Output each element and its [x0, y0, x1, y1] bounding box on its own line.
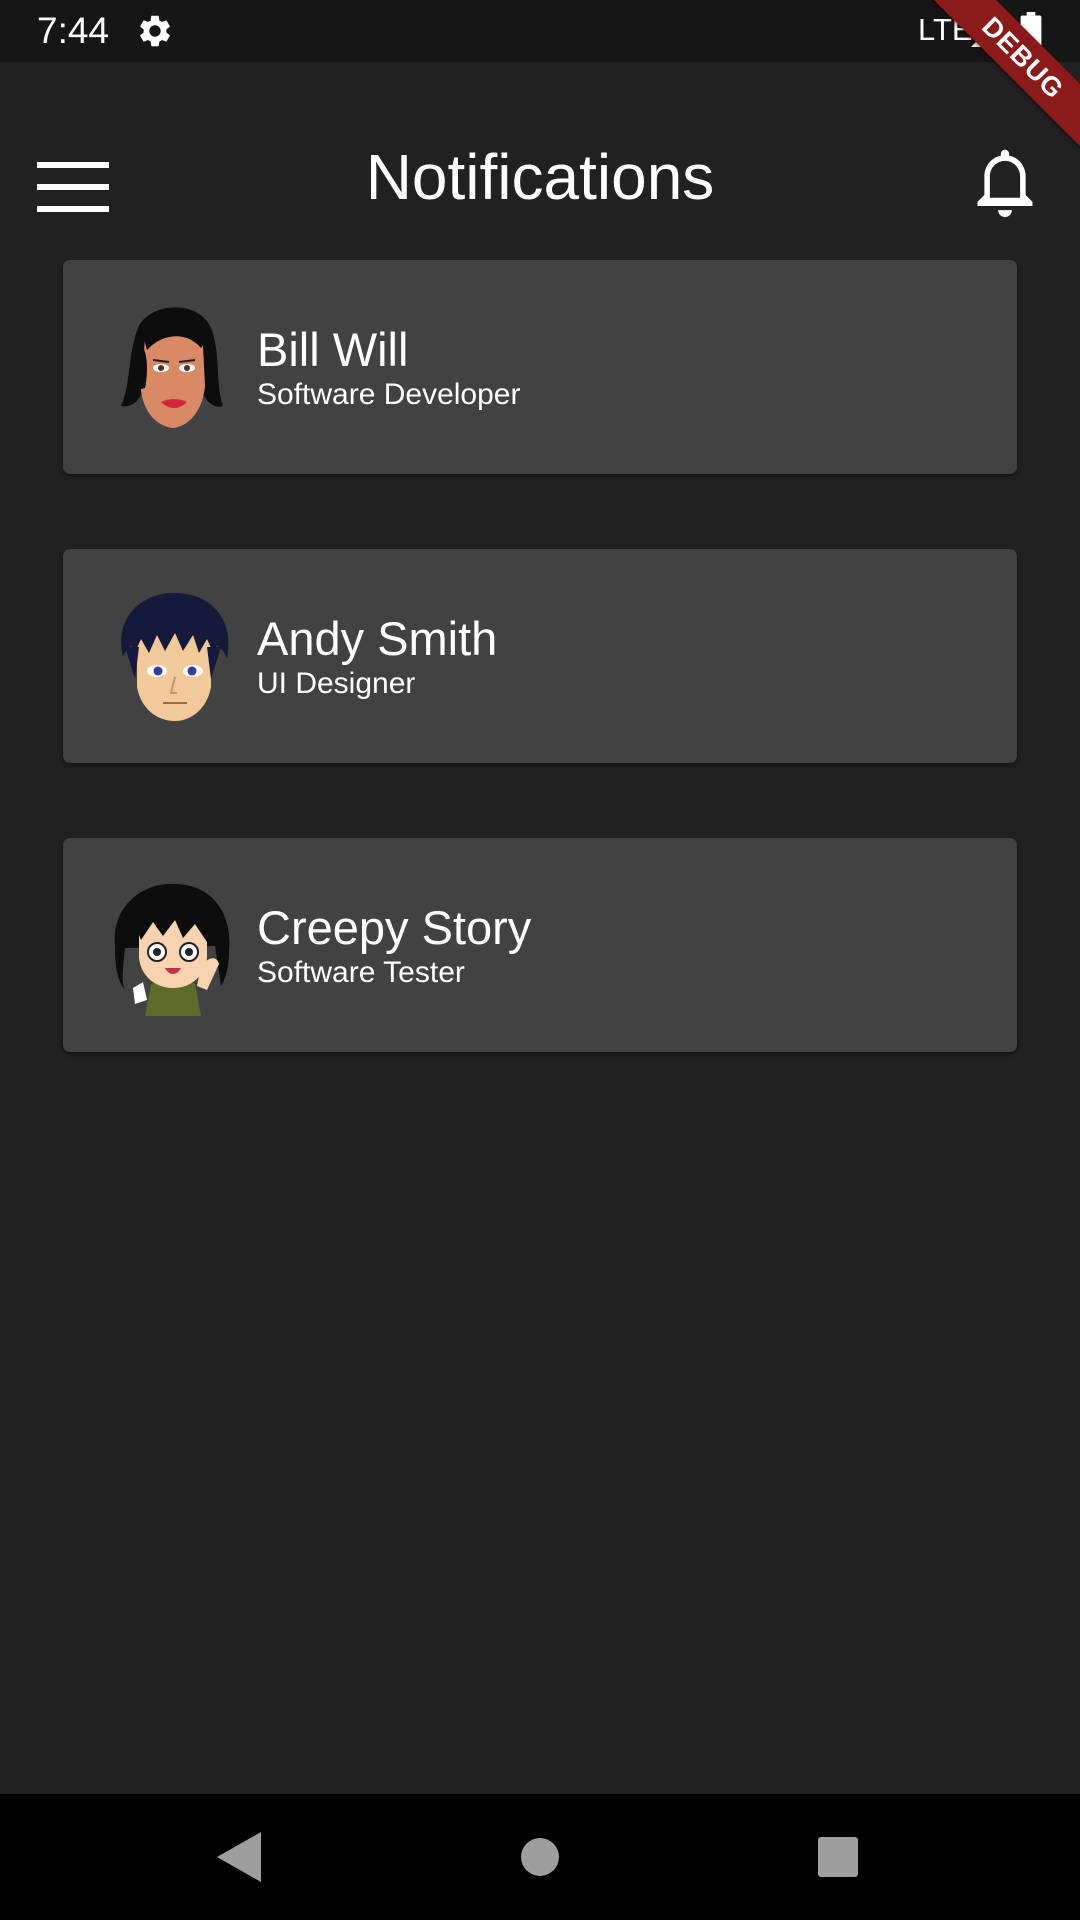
notification-name: Creepy Story: [257, 901, 532, 954]
notification-role: Software Tester: [257, 956, 465, 989]
signal-icon: [971, 17, 1001, 47]
back-icon: [217, 1832, 261, 1882]
system-nav-bar: [0, 1794, 1080, 1920]
recents-button[interactable]: [803, 1822, 873, 1892]
battery-icon: [1020, 12, 1042, 50]
notification-name: Bill Will: [257, 323, 409, 376]
notification-role: UI Designer: [257, 667, 416, 700]
page-title: Notifications: [365, 141, 715, 213]
notifications-screen: 7:44 LTE DEBUG Notifications Bill Will S…: [0, 0, 1080, 1920]
app-bar: Notifications: [0, 62, 1080, 292]
recents-icon: [818, 1837, 858, 1877]
status-bar: 7:44 LTE: [0, 0, 1080, 62]
notification-role: Software Developer: [257, 378, 521, 411]
notification-card[interactable]: Bill Will Software Developer: [63, 260, 1017, 474]
man-avatar: [121, 592, 229, 721]
gear-icon: [140, 15, 170, 47]
notification-name: Andy Smith: [257, 612, 498, 665]
status-time: 7:44: [37, 10, 110, 51]
notifications-button[interactable]: [960, 134, 1050, 234]
home-button[interactable]: [505, 1822, 575, 1892]
notification-card[interactable]: Creepy Story Software Tester: [63, 838, 1017, 1052]
woman-avatar: [121, 307, 223, 428]
girl-avatar: [114, 883, 230, 1016]
bell-icon: [977, 149, 1033, 217]
back-button[interactable]: [204, 1822, 274, 1892]
notification-card[interactable]: Andy Smith UI Designer: [63, 549, 1017, 763]
network-type: LTE: [918, 12, 973, 47]
home-icon: [521, 1838, 559, 1876]
